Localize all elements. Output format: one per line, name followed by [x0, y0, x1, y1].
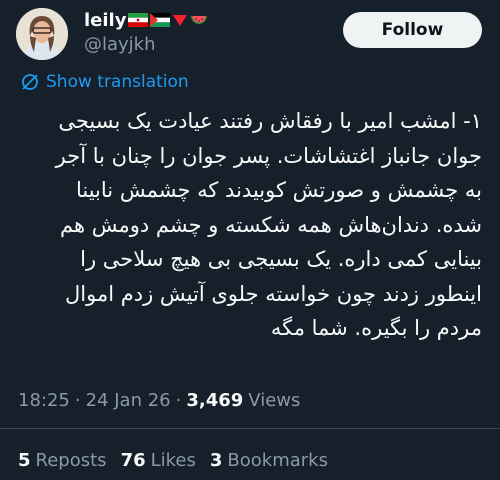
- follow-button[interactable]: Follow: [343, 12, 482, 48]
- bookmarks-label: Bookmarks: [227, 449, 328, 471]
- views-count: 3,469: [186, 389, 244, 411]
- likes-stat[interactable]: 76 Likes: [121, 450, 196, 471]
- reposts-count: 5: [18, 449, 31, 471]
- meta-separator: ·: [74, 389, 81, 411]
- avatar[interactable]: [16, 8, 68, 60]
- reposts-stat[interactable]: 5 Reposts: [18, 450, 107, 471]
- bookmarks-stat[interactable]: 3 Bookmarks: [210, 450, 328, 471]
- avatar-image: [16, 8, 68, 60]
- tweet-time[interactable]: 18:25: [18, 390, 70, 411]
- meta-separator: ·: [175, 389, 182, 411]
- flag-palestine-icon: [150, 13, 171, 27]
- tweet-date[interactable]: 24 Jan 26: [86, 390, 171, 411]
- flag-iran-icon: [128, 13, 149, 27]
- red-triangle-icon: [173, 15, 188, 26]
- tweet-meta: 18:25 · 24 Jan 26 · 3,469 Views: [18, 388, 300, 412]
- show-translation-label[interactable]: Show translation: [46, 72, 189, 92]
- reposts-label: Reposts: [35, 449, 107, 471]
- translate-icon: [22, 74, 38, 90]
- author-handle[interactable]: @layjkh: [84, 34, 156, 55]
- author-name-row[interactable]: leily: [84, 8, 208, 32]
- tweet-text: ۱- امشب امیر با رفقاش رفتند عیادت یک بسی…: [55, 109, 482, 340]
- watermelon-icon: [191, 16, 208, 24]
- bookmarks-count: 3: [209, 449, 223, 471]
- show-translation-link[interactable]: Show translation: [20, 70, 189, 94]
- likes-label: Likes: [150, 449, 196, 471]
- engagement-stats: 5 Reposts 76 Likes 3 Bookmarks: [18, 448, 328, 472]
- divider: [0, 428, 500, 429]
- likes-count: 76: [120, 449, 146, 471]
- display-name[interactable]: leily: [84, 10, 126, 31]
- views-label: Views: [248, 389, 301, 411]
